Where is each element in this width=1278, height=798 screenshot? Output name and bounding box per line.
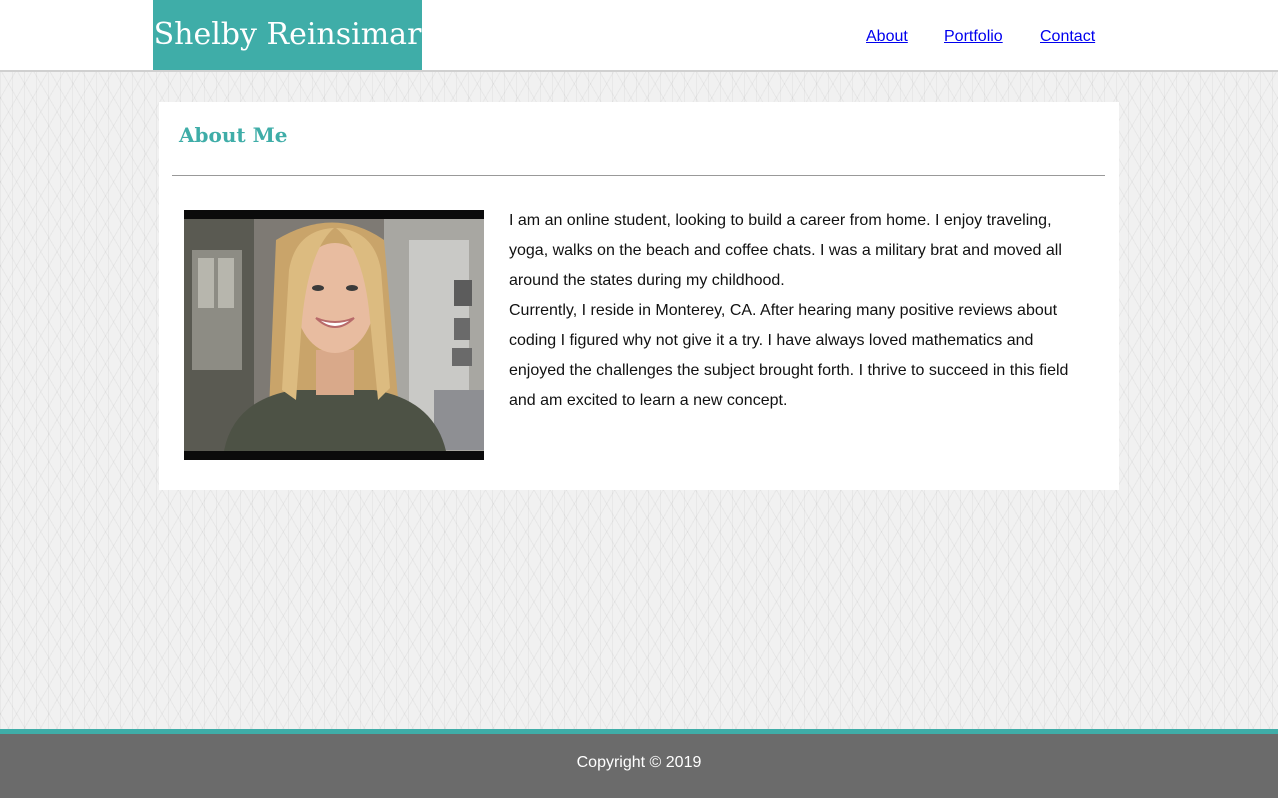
site-title[interactable]: Shelby Reinsimar <box>153 0 422 70</box>
site-header: Shelby Reinsimar About Portfolio Contact <box>0 0 1278 72</box>
nav-link-portfolio[interactable]: Portfolio <box>944 28 1003 50</box>
site-footer: Copyright © 2019 <box>0 729 1278 798</box>
profile-photo-image <box>184 210 484 460</box>
nav-link-contact[interactable]: Contact <box>1040 28 1095 50</box>
section-heading: About Me <box>179 123 288 147</box>
nav-link-about[interactable]: About <box>866 28 908 50</box>
profile-photo <box>184 210 484 460</box>
bio-paragraph: Currently, I reside in Monterey, CA. Aft… <box>509 302 1069 409</box>
bio-paragraph: I am an online student, looking to build… <box>509 212 1062 289</box>
about-card: About Me I am an online student, looking… <box>159 102 1119 490</box>
bio-text: I am an online student, looking to build… <box>509 206 1084 416</box>
divider <box>172 175 1105 176</box>
copyright-text: Copyright © 2019 <box>576 754 702 771</box>
